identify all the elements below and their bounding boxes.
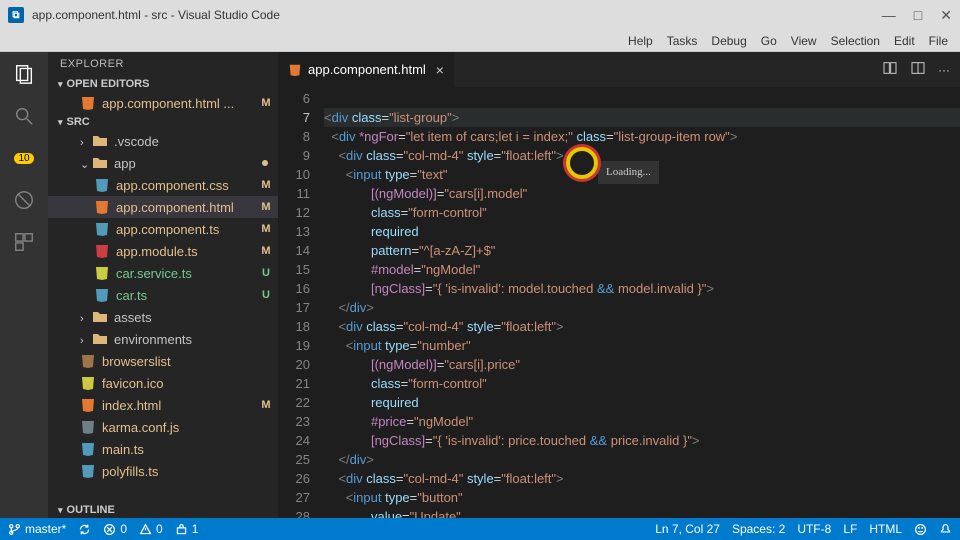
sidebar: EXPLORER OPEN EDITORS app.component.html… [48, 52, 278, 518]
menubar: Help Tasks Debug Go View Selection Edit … [0, 30, 960, 52]
close-icon[interactable]: × [436, 62, 444, 78]
spaces-indicator[interactable]: Spaces: 2 [732, 522, 785, 536]
language-indicator[interactable]: HTML [869, 522, 902, 536]
menu-selection[interactable]: Selection [831, 34, 880, 48]
extensions-icon[interactable] [12, 230, 36, 254]
maximize-button[interactable]: □ [914, 8, 922, 22]
loading-tooltip: Loading... [598, 161, 659, 184]
branch-indicator[interactable]: master* [8, 522, 66, 536]
split-compare-icon[interactable] [882, 60, 898, 79]
bell-icon[interactable] [939, 523, 952, 536]
open-editor-item[interactable]: app.component.html ... M [48, 92, 278, 114]
src-section[interactable]: SRC [48, 114, 278, 130]
menu-debug[interactable]: Debug [711, 34, 746, 48]
file-label: app.component.html ... [102, 96, 260, 111]
vscode-icon: ⧉ [8, 7, 24, 23]
editor-group: app.component.html × ··· 678910111213141… [278, 52, 960, 518]
menu-view[interactable]: View [791, 34, 817, 48]
launch-indicator[interactable]: 1 [175, 522, 199, 536]
folder-item[interactable]: .vscode [48, 130, 278, 152]
eol-indicator[interactable]: LF [843, 522, 857, 536]
menu-help[interactable]: Help [628, 34, 653, 48]
debug-icon[interactable] [12, 188, 36, 212]
file-item[interactable]: app.module.tsM [48, 240, 278, 262]
file-item[interactable]: car.tsU [48, 284, 278, 306]
more-icon[interactable]: ··· [938, 63, 950, 77]
menu-go[interactable]: Go [761, 34, 777, 48]
feedback-icon[interactable] [914, 523, 927, 536]
file-item[interactable]: browserslist [48, 350, 278, 372]
file-item[interactable]: favicon.ico [48, 372, 278, 394]
titlebar: ⧉ app.component.html - src - Visual Stud… [0, 0, 960, 30]
menu-tasks[interactable]: Tasks [667, 34, 698, 48]
statusbar: master* 0 0 1 Ln 7, Col 27 Spaces: 2 UTF… [0, 518, 960, 540]
file-item[interactable]: app.component.tsM [48, 218, 278, 240]
errors-indicator[interactable]: 0 [103, 522, 127, 536]
menu-file[interactable]: File [929, 34, 948, 48]
file-item[interactable]: car.service.tsU [48, 262, 278, 284]
explorer-icon[interactable] [12, 62, 36, 86]
file-tree: .vscodeappapp.component.cssMapp.componen… [48, 130, 278, 482]
html-file-icon [288, 63, 302, 77]
ln-col-indicator[interactable]: Ln 7, Col 27 [655, 522, 720, 536]
outline-section[interactable]: OUTLINE [48, 502, 278, 518]
status-m: M [260, 97, 272, 109]
folder-item[interactable]: assets [48, 306, 278, 328]
warnings-indicator[interactable]: 0 [139, 522, 163, 536]
file-item[interactable]: karma.conf.js [48, 416, 278, 438]
window-title: app.component.html - src - Visual Studio… [32, 8, 882, 22]
tab-bar: app.component.html × ··· [278, 52, 960, 87]
minimize-button[interactable]: — [882, 8, 896, 22]
scm-badge: 10 [14, 153, 33, 164]
tab-label: app.component.html [308, 62, 426, 77]
file-item[interactable]: app.component.cssM [48, 174, 278, 196]
split-editor-icon[interactable] [910, 60, 926, 79]
editor[interactable]: 6789101112131415161718192021222324252627… [278, 87, 960, 518]
file-item[interactable]: app.component.htmlM [48, 196, 278, 218]
open-editors-section[interactable]: OPEN EDITORS [48, 76, 278, 92]
scm-icon[interactable]: 10 [12, 146, 36, 170]
file-item[interactable]: polyfills.ts [48, 460, 278, 482]
tab-app-component-html[interactable]: app.component.html × [278, 52, 455, 87]
folder-item[interactable]: app [48, 152, 278, 174]
line-gutter: 6789101112131415161718192021222324252627… [278, 87, 324, 518]
cursor-highlight [566, 147, 598, 179]
file-item[interactable]: index.htmlM [48, 394, 278, 416]
explorer-title: EXPLORER [48, 52, 278, 76]
activity-bar: 10 [0, 52, 48, 518]
search-icon[interactable] [12, 104, 36, 128]
menu-edit[interactable]: Edit [894, 34, 915, 48]
close-button[interactable]: ✕ [940, 8, 952, 22]
file-item[interactable]: main.ts [48, 438, 278, 460]
code-content[interactable]: <div class="list-group"> <div *ngFor="le… [324, 87, 960, 518]
folder-item[interactable]: environments [48, 328, 278, 350]
html-file-icon [80, 95, 96, 111]
encoding-indicator[interactable]: UTF-8 [797, 522, 831, 536]
sync-indicator[interactable] [78, 523, 91, 536]
